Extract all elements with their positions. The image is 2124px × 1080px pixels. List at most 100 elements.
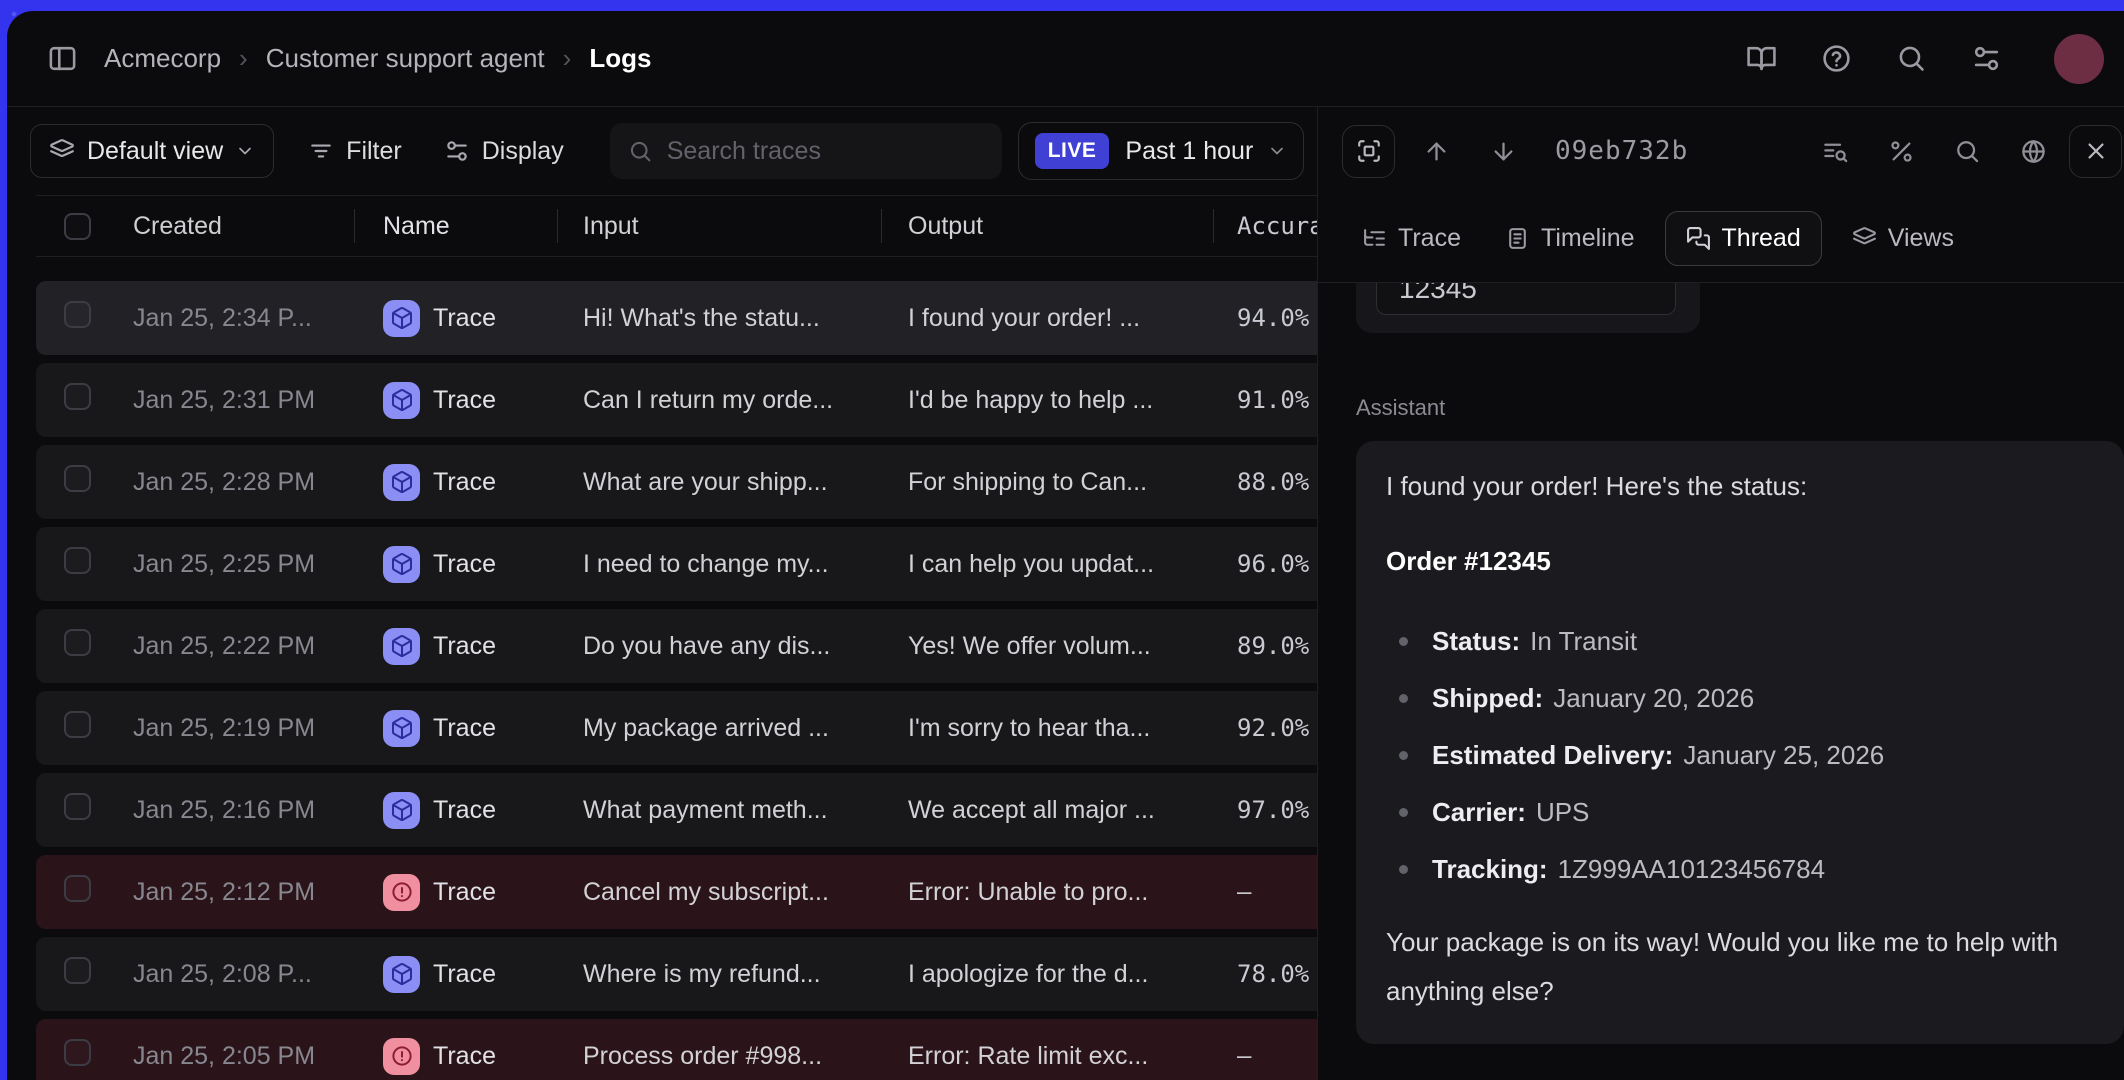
row-input: Can I return my orde... <box>557 386 881 415</box>
docs-icon[interactable] <box>1746 43 1777 74</box>
row-accuracy: 89.0% <box>1213 632 1317 660</box>
app-header: Acmecorp › Customer support agent › Logs <box>7 11 2124 107</box>
breadcrumb-page: Logs <box>589 43 651 74</box>
tab-views[interactable]: Views <box>1838 211 1968 266</box>
logs-area: Default view Filter Display LIVE <box>7 107 1317 1080</box>
table-row[interactable]: Jan 25, 2:05 PM Trace Process order #998… <box>36 1019 1317 1080</box>
row-created: Jan 25, 2:12 PM <box>133 878 354 907</box>
row-checkbox[interactable] <box>64 957 91 984</box>
arrow-up-icon <box>1423 138 1450 165</box>
avatar[interactable] <box>2054 34 2104 84</box>
panel-toolbar: 09eb732b <box>1318 107 2124 195</box>
table-row[interactable]: Jan 25, 2:31 PM Trace Can I return my or… <box>36 363 1317 437</box>
percent-icon[interactable] <box>1888 138 1915 165</box>
row-output: I found your order! ... <box>881 304 1213 333</box>
column-header-output[interactable]: Output <box>881 196 1213 256</box>
row-checkbox[interactable] <box>64 629 91 656</box>
breadcrumb-org[interactable]: Acmecorp <box>104 43 221 74</box>
chevron-down-icon <box>1267 141 1287 161</box>
column-header-name[interactable]: Name <box>354 196 557 256</box>
table-row[interactable]: Jan 25, 2:16 PM Trace What payment meth.… <box>36 773 1317 847</box>
row-accuracy: – <box>1213 878 1317 906</box>
trace-type-icon <box>383 874 420 911</box>
row-created: Jan 25, 2:25 PM <box>133 550 354 579</box>
row-checkbox[interactable] <box>64 465 91 492</box>
detail-value: In Transit <box>1530 623 1637 659</box>
column-header-created[interactable]: Created <box>133 196 354 256</box>
bullet-dot <box>1399 865 1408 874</box>
row-created: Jan 25, 2:16 PM <box>133 796 354 825</box>
row-name: Trace <box>354 382 557 419</box>
table-row[interactable]: Jan 25, 2:22 PM Trace Do you have any di… <box>36 609 1317 683</box>
table-row[interactable]: Jan 25, 2:34 P... Trace Hi! What's the s… <box>36 281 1317 355</box>
search-icon[interactable] <box>1954 138 1981 165</box>
bullet-dot <box>1399 751 1408 760</box>
select-all-checkbox[interactable] <box>64 213 91 240</box>
detail-label: Estimated Delivery: <box>1432 737 1673 773</box>
table-row[interactable]: Jan 25, 2:19 PM Trace My package arrived… <box>36 691 1317 765</box>
trace-id: 09eb732b <box>1555 136 1688 166</box>
row-input: What are your shipp... <box>557 468 881 497</box>
list-search-icon[interactable] <box>1822 138 1849 165</box>
breadcrumb: Acmecorp › Customer support agent › Logs <box>104 43 651 74</box>
order-detail-item: Status: In Transit <box>1386 623 2094 659</box>
table-row[interactable]: Jan 25, 2:08 P... Trace Where is my refu… <box>36 937 1317 1011</box>
thread-content: 12345 Assistant I found your order! Here… <box>1318 283 2124 1080</box>
tab-timeline-label: Timeline <box>1541 224 1635 253</box>
display-button[interactable]: Display <box>444 137 564 166</box>
row-input: Process order #998... <box>557 1042 881 1071</box>
row-checkbox[interactable] <box>64 383 91 410</box>
view-selector-button[interactable]: Default view <box>30 124 274 178</box>
search-icon[interactable] <box>1896 43 1927 74</box>
globe-icon[interactable] <box>2020 138 2047 165</box>
settings-icon[interactable] <box>1971 43 2002 74</box>
row-name-label: Trace <box>433 714 496 743</box>
table-row[interactable]: Jan 25, 2:12 PM Trace Cancel my subscrip… <box>36 855 1317 929</box>
row-name: Trace <box>354 792 557 829</box>
row-checkbox[interactable] <box>64 301 91 328</box>
tab-trace[interactable]: Trace <box>1348 211 1475 266</box>
bullet-dot <box>1399 694 1408 703</box>
row-checkbox[interactable] <box>64 711 91 738</box>
filter-button[interactable]: Filter <box>308 137 402 166</box>
breadcrumb-separator: › <box>563 43 572 74</box>
row-name: Trace <box>354 1038 557 1075</box>
order-detail-item: Tracking: 1Z999AA10123456784 <box>1386 851 2094 887</box>
row-checkbox[interactable] <box>64 875 91 902</box>
previous-trace-button[interactable] <box>1423 138 1450 165</box>
close-panel-button[interactable] <box>2069 125 2122 178</box>
column-header-accuracy[interactable]: Accuracy <box>1213 196 1317 256</box>
row-created: Jan 25, 2:34 P... <box>133 304 354 333</box>
time-range-label: Past 1 hour <box>1125 137 1253 166</box>
search-traces-input[interactable] <box>667 137 984 166</box>
row-input: I need to change my... <box>557 550 881 579</box>
bullet-dot <box>1399 637 1408 646</box>
filter-icon <box>308 138 334 164</box>
time-range-button[interactable]: LIVE Past 1 hour <box>1018 122 1305 180</box>
message-closing: Your package is on its way! Would you li… <box>1386 918 2094 1016</box>
bullet-dot <box>1399 808 1408 817</box>
tab-thread[interactable]: Thread <box>1665 211 1822 266</box>
row-checkbox[interactable] <box>64 1039 91 1066</box>
expand-trace-button[interactable] <box>1342 125 1395 178</box>
tab-trace-label: Trace <box>1398 224 1461 253</box>
row-name: Trace <box>354 546 557 583</box>
row-input: Cancel my subscript... <box>557 878 881 907</box>
row-checkbox[interactable] <box>64 793 91 820</box>
table-row[interactable]: Jan 25, 2:28 PM Trace What are your ship… <box>36 445 1317 519</box>
row-input: Hi! What's the statu... <box>557 304 881 333</box>
layers-icon <box>1852 226 1877 251</box>
tab-timeline[interactable]: Timeline <box>1491 211 1649 266</box>
help-icon[interactable] <box>1821 43 1852 74</box>
row-name-label: Trace <box>433 632 496 661</box>
sidebar-toggle-icon[interactable] <box>47 43 78 74</box>
breadcrumb-project[interactable]: Customer support agent <box>266 43 545 74</box>
table-row[interactable]: Jan 25, 2:25 PM Trace I need to change m… <box>36 527 1317 601</box>
row-checkbox[interactable] <box>64 547 91 574</box>
expand-icon <box>1356 138 1382 164</box>
column-header-input[interactable]: Input <box>557 196 881 256</box>
next-trace-button[interactable] <box>1490 138 1517 165</box>
row-name: Trace <box>354 956 557 993</box>
row-input: What payment meth... <box>557 796 881 825</box>
row-created: Jan 25, 2:05 PM <box>133 1042 354 1071</box>
